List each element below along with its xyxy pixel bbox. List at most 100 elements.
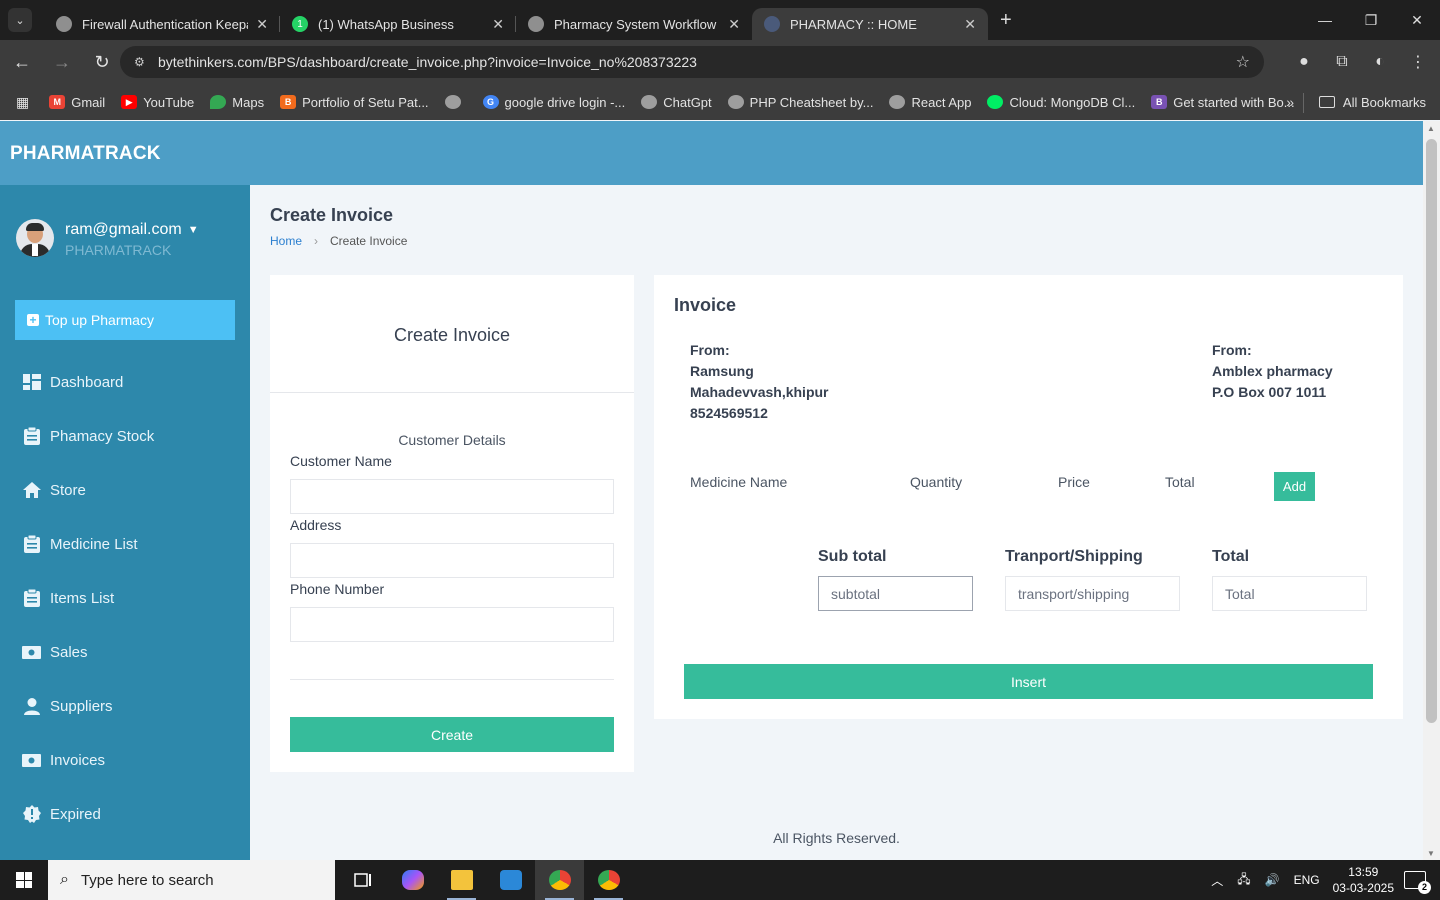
sidebar-item-expired[interactable]: Expired [0,787,250,841]
close-tab-icon[interactable]: ✕ [256,16,268,33]
network-icon[interactable]: 🖧 [1237,870,1250,891]
minimize-icon[interactable]: — [1302,0,1348,40]
brand-logo[interactable]: PHARMATRACK [10,143,161,165]
bookmark-react[interactable]: React App [889,95,971,110]
chrome-profile-icon[interactable] [584,860,633,900]
subtotal-label: Sub total [818,548,887,565]
total-input[interactable] [1212,576,1367,611]
back-icon[interactable]: ← [4,44,40,80]
sidebar-item-medicine-list[interactable]: Medicine List [0,517,250,571]
site-info-icon[interactable]: ⚙ [134,54,150,70]
globe-icon [889,95,906,109]
bookmark-youtube[interactable]: ▶ YouTube [121,95,194,110]
url-input[interactable]: ⚙ bytethinkers.com/BPS/dashboard/create_… [120,46,1264,78]
sidebar-item-dashboard[interactable]: Dashboard [0,355,250,409]
language-indicator[interactable]: ENG [1294,873,1320,887]
sidebar-item-label: Sales [50,643,88,661]
copilot-icon[interactable] [388,860,437,900]
microsoft-store-icon[interactable] [486,860,535,900]
all-bookmarks[interactable]: All Bookmarks [1302,92,1426,113]
breadcrumb-home-link[interactable]: Home [270,234,302,248]
bookmark-label: Maps [232,94,265,110]
from-name: Amblex pharmacy [1212,363,1333,379]
create-button[interactable]: Create [290,717,614,752]
bookmark-star-icon[interactable]: ☆ [1236,52,1250,72]
sidebar-item-invoices[interactable]: Invoices [0,733,250,787]
bookmark-gmail[interactable]: M Gmail [49,95,105,110]
column-header-medicine-name: Medicine Name [690,474,788,490]
shipping-label: Tranport/Shipping [1005,548,1143,565]
top-up-pharmacy-button[interactable]: + Top up Pharmacy [15,300,235,340]
browser-tab-active[interactable]: PHARMACY :: HOME ✕ [752,8,988,40]
volume-icon[interactable]: 🔊 [1265,873,1280,887]
bookmark-bootstrap[interactable]: B Get started with Bo... [1151,95,1295,110]
bookmark-portfolio[interactable]: B Portfolio of Setu Pat... [280,95,429,110]
sidebar: ram@gmail.com ▼ PHARMATRACK + Top up Phar… [0,185,250,860]
insert-button[interactable]: Insert [684,664,1373,699]
add-row-button[interactable]: Add [1274,472,1315,501]
mongodb-icon [987,95,1004,109]
shipping-input[interactable] [1005,576,1180,611]
extension-icon[interactable]: ● [1290,46,1318,78]
start-button[interactable] [0,860,48,900]
taskbar-apps [339,860,633,900]
bookmark-maps[interactable]: Maps [210,95,264,110]
customer-name-input[interactable] [290,479,614,514]
phone-number-input[interactable] [290,607,614,642]
from-address: P.O Box 007 1011 [1212,384,1327,400]
maps-icon [210,95,227,109]
chevron-up-icon[interactable]: ︿ [1211,872,1223,889]
restore-icon[interactable]: ❐ [1348,0,1394,40]
clipboard-icon [22,535,41,553]
sidebar-item-sales[interactable]: Sales [0,625,250,679]
window-controls: — ❐ ✕ [1302,0,1440,40]
profile-icon[interactable]: ◐ [1366,46,1394,78]
scroll-up-icon[interactable]: ▲ [1427,124,1435,133]
scroll-down-icon[interactable]: ▼ [1427,849,1435,858]
apps-icon[interactable]: ▦ [16,94,29,111]
sidebar-item-suppliers[interactable]: Suppliers [0,679,250,733]
windows-taskbar: ⌕ Type here to search ︿ 🖧 🔊 ENG 13:59 03… [0,860,1440,900]
close-tab-icon[interactable]: ✕ [728,16,740,33]
clock[interactable]: 13:59 03-03-2025 [1333,864,1394,896]
address-input[interactable] [290,543,614,578]
chevron-double-right-icon[interactable]: » [1286,94,1294,110]
globe-icon [444,95,461,109]
user-email[interactable]: ram@gmail.com ▼ [65,221,199,239]
browser-tab[interactable]: 1 (1) WhatsApp Business ✕ [280,8,516,40]
chevron-down-icon: ▼ [187,224,199,236]
new-tab-icon[interactable]: + [1000,9,1012,32]
task-view-icon[interactable] [339,860,388,900]
tab-search-button[interactable]: ⌄ [8,8,32,32]
close-tab-icon[interactable]: ✕ [964,16,976,33]
sidebar-item-store[interactable]: Store [0,463,250,517]
browser-tab[interactable]: Firewall Authentication Keepalive ✕ [44,8,280,40]
user-panel[interactable]: ram@gmail.com ▼ PHARMATRACK [16,219,199,258]
close-tab-icon[interactable]: ✕ [492,16,504,33]
close-window-icon[interactable]: ✕ [1394,0,1440,40]
page-scrollbar[interactable]: ▲ ▼ [1423,121,1440,860]
sidebar-item-items-list[interactable]: Items List [0,571,250,625]
browser-tab[interactable]: Pharmacy System Workflow ✕ [516,8,752,40]
reload-icon[interactable]: ↻ [84,44,120,80]
scrollbar-thumb[interactable] [1426,139,1437,723]
bookmark-globe[interactable] [444,95,467,109]
bookmark-chatgpt[interactable]: ChatGpt [641,95,712,110]
bookmark-php[interactable]: PHP Cheatsheet by... [727,95,873,110]
sidebar-item-pharmacy-stock[interactable]: Phamacy Stock [0,409,250,463]
subtotal-input[interactable] [818,576,973,611]
page-title: Create Invoice [270,205,394,225]
forward-icon[interactable]: → [44,44,80,80]
menu-dots-icon[interactable]: ⋮ [1404,46,1432,78]
customer-details-heading: Customer Details [398,432,506,448]
app-header: PHARMATRACK [0,121,1423,185]
taskbar-search[interactable]: ⌕ Type here to search [48,860,335,900]
notifications-icon[interactable]: 2 [1404,871,1431,894]
all-bookmarks-label: All Bookmarks [1342,94,1426,110]
puzzle-icon[interactable]: ⧉ [1328,46,1356,78]
bookmark-google-drive[interactable]: Ggoogle drive login -... [482,95,625,110]
breadcrumb-current: Create Invoice [330,234,408,248]
file-explorer-icon[interactable] [437,860,486,900]
chrome-icon[interactable] [535,860,584,900]
bookmark-mongodb[interactable]: Cloud: MongoDB Cl... [987,95,1135,110]
